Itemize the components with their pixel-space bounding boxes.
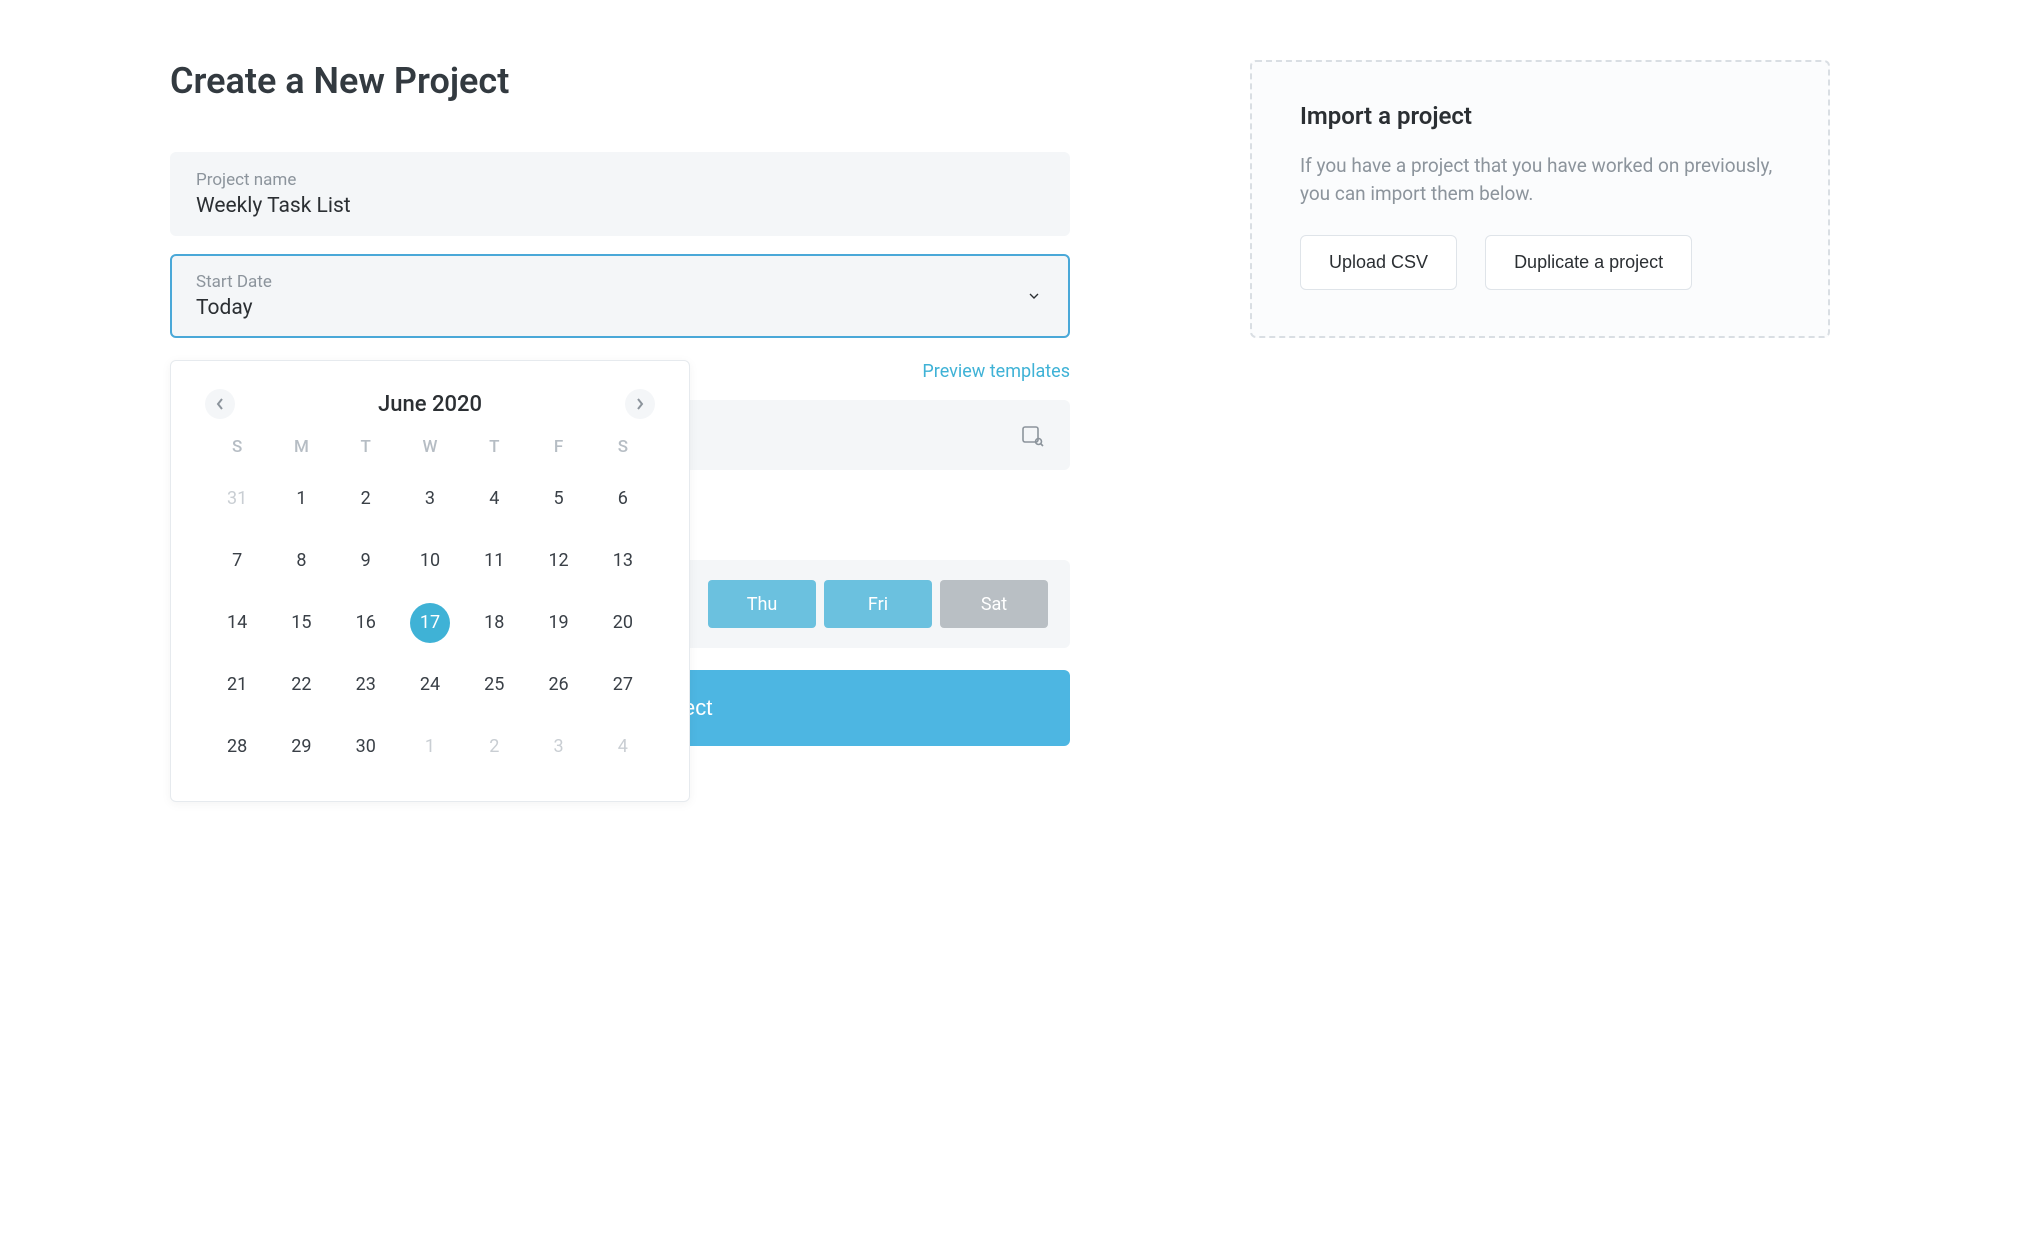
calendar-day[interactable]: 8: [281, 541, 321, 581]
calendar-day[interactable]: 11: [474, 541, 514, 581]
calendar-day[interactable]: 29: [281, 727, 321, 767]
calendar-day[interactable]: 16: [346, 603, 386, 643]
calendar-prev-button[interactable]: [205, 389, 235, 419]
calendar-dow: T: [489, 437, 499, 457]
calendar-dow: M: [294, 437, 309, 457]
calendar-day[interactable]: 10: [410, 541, 450, 581]
calendar-day[interactable]: 3: [410, 479, 450, 519]
calendar-day[interactable]: 2: [346, 479, 386, 519]
calendar-day[interactable]: 22: [281, 665, 321, 705]
calendar-day[interactable]: 20: [603, 603, 643, 643]
import-panel: Import a project If you have a project t…: [1250, 60, 1830, 338]
calendar-day[interactable]: 1: [410, 727, 450, 767]
calendar-day[interactable]: 19: [539, 603, 579, 643]
calendar-day[interactable]: 2: [474, 727, 514, 767]
calendar-day[interactable]: 25: [474, 665, 514, 705]
start-date-label: Start Date: [196, 272, 1044, 292]
workday-chip[interactable]: Thu: [708, 580, 816, 628]
calendar-day[interactable]: 21: [217, 665, 257, 705]
project-name-value: Weekly Task List: [196, 194, 1044, 218]
calendar-day[interactable]: 15: [281, 603, 321, 643]
calendar-day[interactable]: 1: [281, 479, 321, 519]
import-description: If you have a project that you have work…: [1300, 152, 1780, 207]
calendar-dow: S: [618, 437, 628, 457]
calendar-day[interactable]: 4: [603, 727, 643, 767]
project-name-field[interactable]: Project name Weekly Task List: [170, 152, 1070, 236]
calendar-dow: S: [232, 437, 242, 457]
calendar-dow: T: [361, 437, 371, 457]
calendar-day[interactable]: 4: [474, 479, 514, 519]
calendar-day[interactable]: 18: [474, 603, 514, 643]
page-title: Create a New Project: [170, 60, 1070, 102]
calendar-popover: June 2020 SMTWTFS31123456789101112131415…: [170, 360, 690, 802]
project-name-label: Project name: [196, 170, 1044, 190]
chevron-down-icon: [1026, 288, 1042, 304]
workday-chip[interactable]: Fri: [824, 580, 932, 628]
preview-templates-link[interactable]: Preview templates: [922, 361, 1070, 382]
calendar-dow: W: [423, 437, 438, 457]
calendar-day[interactable]: 5: [539, 479, 579, 519]
calendar-day[interactable]: 26: [539, 665, 579, 705]
calendar-day[interactable]: 24: [410, 665, 450, 705]
duplicate-project-button[interactable]: Duplicate a project: [1485, 235, 1692, 290]
calendar-day[interactable]: 6: [603, 479, 643, 519]
calendar-day[interactable]: 30: [346, 727, 386, 767]
import-title: Import a project: [1300, 102, 1780, 130]
workday-chip[interactable]: Sat: [940, 580, 1048, 628]
start-date-field[interactable]: Start Date Today: [170, 254, 1070, 338]
calendar-day[interactable]: 27: [603, 665, 643, 705]
browse-search-icon: [1020, 423, 1044, 447]
calendar-day[interactable]: 14: [217, 603, 257, 643]
upload-csv-button[interactable]: Upload CSV: [1300, 235, 1457, 290]
calendar-next-button[interactable]: [625, 389, 655, 419]
calendar-day[interactable]: 3: [539, 727, 579, 767]
calendar-dow: F: [554, 437, 563, 457]
calendar-day[interactable]: 28: [217, 727, 257, 767]
start-date-value: Today: [196, 296, 1044, 320]
calendar-day[interactable]: 9: [346, 541, 386, 581]
calendar-day[interactable]: 13: [603, 541, 643, 581]
calendar-day[interactable]: 12: [539, 541, 579, 581]
main-form: Create a New Project Project name Weekly…: [170, 60, 1070, 746]
calendar-day[interactable]: 7: [217, 541, 257, 581]
calendar-title: June 2020: [378, 392, 482, 417]
calendar-day[interactable]: 31: [217, 479, 257, 519]
calendar-day[interactable]: 17: [410, 603, 450, 643]
calendar-day[interactable]: 23: [346, 665, 386, 705]
